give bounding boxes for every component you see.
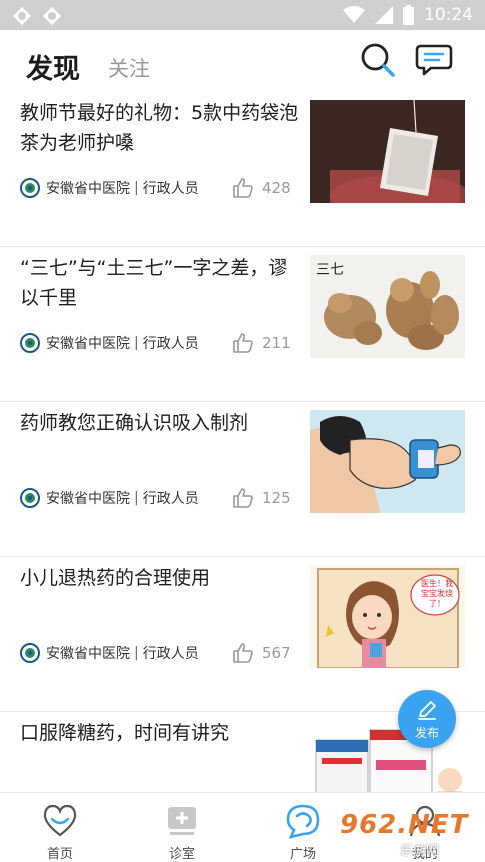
author-role: 行政人员 xyxy=(142,181,199,197)
thumbnail-caption: 三七 xyxy=(316,262,344,278)
like-button[interactable]: 211 xyxy=(232,332,291,354)
article-item[interactable]: 药师教您正确认识吸入制剂 安徽省中医院 | 行政人员 125 xyxy=(0,402,485,557)
notification-icon xyxy=(43,7,61,25)
status-time: 10:24 xyxy=(424,5,473,25)
thumbnail-caption: 医生！我宝宝发烧了！ xyxy=(421,579,453,608)
status-bar: 10:24 xyxy=(0,0,485,30)
article-meta: 安徽省中医院 | 行政人员 567 xyxy=(20,642,305,664)
tea-bag-image xyxy=(310,100,465,203)
author-role: 行政人员 xyxy=(142,646,199,662)
article-thumbnail[interactable] xyxy=(310,100,465,203)
article-thumbnail[interactable]: 医生！我宝宝发烧了！ xyxy=(310,565,465,668)
thumbs-up-icon xyxy=(233,178,253,198)
plaza-chat-icon xyxy=(286,804,320,839)
article-item[interactable]: “三七”与“土三七”一字之差，谬以千里 安徽省中医院 | 行政人员 211 三七 xyxy=(0,247,485,402)
publish-button[interactable]: 发布 xyxy=(398,690,456,748)
heart-chat-icon xyxy=(43,804,77,837)
thumbs-up-icon xyxy=(233,333,253,353)
like-count: 211 xyxy=(262,334,291,352)
article-title[interactable]: 教师节最好的礼物：5款中药袋泡茶为老师护嗓 xyxy=(20,98,305,158)
inhaler-illustration-image xyxy=(310,410,465,513)
tab-profile-label: 我的 xyxy=(411,846,438,861)
like-button[interactable]: 567 xyxy=(232,642,291,664)
publish-label: 发布 xyxy=(414,726,439,740)
hospital-logo-icon xyxy=(20,333,40,353)
notification-icon xyxy=(13,7,31,25)
article-meta: 安徽省中医院 | 行政人员 125 xyxy=(20,487,305,509)
like-count: 567 xyxy=(262,644,291,662)
meta-separator: | xyxy=(134,180,139,196)
signal-icon xyxy=(375,6,393,24)
edit-icon xyxy=(418,701,436,720)
like-count: 428 xyxy=(262,179,291,197)
search-icon[interactable] xyxy=(360,42,396,78)
top-header: 发现 关注 xyxy=(0,30,485,92)
meta-separator: | xyxy=(134,490,139,506)
article-title[interactable]: 小儿退热药的合理使用 xyxy=(20,563,305,593)
tab-clinic-label: 诊室 xyxy=(168,846,195,861)
tab-clinic[interactable]: 诊室 xyxy=(132,793,232,862)
article-item[interactable]: 小儿退热药的合理使用 安徽省中医院 | 行政人员 567 医生！我宝宝发烧了！ xyxy=(0,557,485,712)
article-title[interactable]: 药师教您正确认识吸入制剂 xyxy=(20,408,305,438)
tab-plaza-label: 广场 xyxy=(289,846,316,861)
article-item[interactable]: 教师节最好的礼物：5款中药袋泡茶为老师护嗓 安徽省中医院 | 行政人员 428 xyxy=(0,92,485,247)
author-org: 安徽省中医院 xyxy=(46,646,130,662)
clinic-plus-icon xyxy=(168,807,196,835)
like-button[interactable]: 428 xyxy=(232,177,291,199)
author-role: 行政人员 xyxy=(142,491,199,507)
profile-icon xyxy=(409,805,441,837)
meta-separator: | xyxy=(134,645,139,661)
author-org: 安徽省中医院 xyxy=(46,181,130,197)
tab-home[interactable]: 首页 xyxy=(10,793,110,862)
message-icon[interactable] xyxy=(415,42,453,78)
author-org: 安徽省中医院 xyxy=(46,336,130,352)
article-title[interactable]: “三七”与“土三七”一字之差，谬以千里 xyxy=(20,253,305,313)
article-meta: 安徽省中医院 | 行政人员 428 xyxy=(20,177,305,199)
article-title[interactable]: 口服降糖药，时间有讲究 xyxy=(20,718,305,748)
article-thumbnail[interactable]: 三七 xyxy=(310,255,465,358)
tab-plaza[interactable]: 广场 xyxy=(253,793,353,862)
author-org: 安徽省中医院 xyxy=(46,491,130,507)
meta-separator: | xyxy=(134,335,139,351)
author-role: 行政人员 xyxy=(142,336,199,352)
battery-icon xyxy=(403,5,414,25)
tab-profile[interactable]: 我的 xyxy=(375,793,475,862)
tab-discover[interactable]: 发现 xyxy=(26,47,80,86)
hospital-logo-icon xyxy=(20,488,40,508)
hospital-logo-icon xyxy=(20,643,40,663)
like-button[interactable]: 125 xyxy=(232,487,291,509)
hospital-logo-icon xyxy=(20,178,40,198)
wifi-icon xyxy=(343,6,365,23)
tab-follow[interactable]: 关注 xyxy=(108,53,150,83)
bottom-tab-bar: 首页 诊室 广场 我的 xyxy=(0,792,485,862)
article-meta: 安徽省中医院 | 行政人员 211 xyxy=(20,332,305,354)
article-thumbnail[interactable] xyxy=(310,410,465,513)
thumbs-up-icon xyxy=(233,488,253,508)
tab-home-label: 首页 xyxy=(46,846,73,861)
thumbs-up-icon xyxy=(233,643,253,663)
article-feed: 教师节最好的礼物：5款中药袋泡茶为老师护嗓 安徽省中医院 | 行政人员 428 xyxy=(0,92,485,792)
like-count: 125 xyxy=(262,489,291,507)
